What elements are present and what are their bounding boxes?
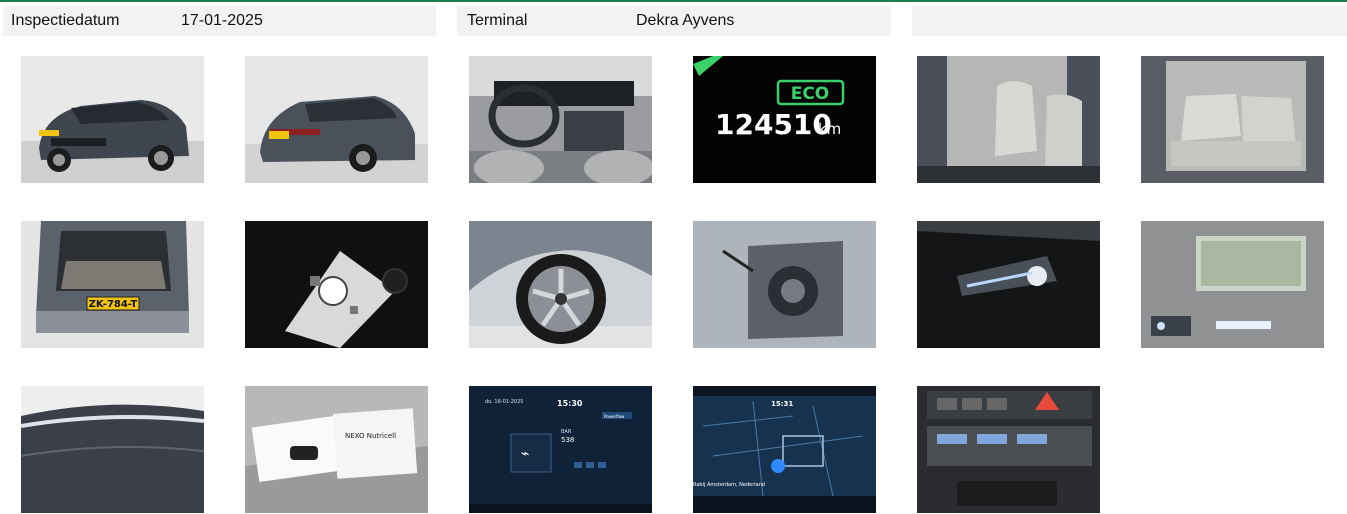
odometer-unit-text: km	[818, 120, 841, 138]
photo-headlight[interactable]	[917, 221, 1100, 348]
nav1-time-text: 15:30	[557, 399, 583, 408]
photo-infotainment-map[interactable]: 15:31 Rabij Amsterdam, Nederland	[693, 386, 876, 513]
empty-header	[912, 6, 1347, 36]
photo-sunroof[interactable]	[1141, 221, 1324, 348]
accent-line	[0, 0, 1347, 2]
terminal-label: Terminal	[467, 12, 528, 29]
nav1-value-text: 538	[561, 436, 574, 444]
nav2-time-text: 15:31	[771, 400, 793, 408]
inspection-date-label: Inspectiedatum	[11, 12, 120, 29]
photo-front-exterior[interactable]	[21, 56, 204, 183]
manual-title-text: NEXO Nutricell	[345, 432, 396, 440]
odometer-value-text: 124510	[715, 108, 832, 141]
photo-dashboard[interactable]	[469, 56, 652, 183]
terminal-header: Terminal Dekra Ayvens	[457, 6, 891, 36]
photo-fuel-door[interactable]	[693, 221, 876, 348]
photo-front-seats[interactable]	[917, 56, 1100, 183]
photo-rear-seats[interactable]	[1141, 56, 1324, 183]
rear-plate-text: ZK-784-T	[89, 299, 138, 310]
odometer-mode-text: ECO	[791, 84, 830, 104]
photo-center-console[interactable]	[917, 386, 1100, 513]
photo-trunk[interactable]: ZK-784-T	[21, 221, 204, 348]
nav2-location-text: Rabij Amsterdam, Nederland	[693, 482, 765, 488]
photo-roof[interactable]	[21, 386, 204, 513]
photo-rear-exterior[interactable]	[245, 56, 428, 183]
inspection-date-header: Inspectiedatum 17-01-2025	[3, 6, 436, 36]
antenna-icon: ⌁	[521, 446, 529, 462]
photo-keys-manual[interactable]: NEXO Nutricell	[245, 386, 428, 513]
photo-infotainment-powerflow[interactable]: do, 16-01-2025 15:30 Powerflow ⌁ BAR 538	[469, 386, 652, 513]
photo-wheel[interactable]	[469, 221, 652, 348]
inspection-date-value: 17-01-2025	[181, 12, 263, 29]
nav1-tab-text: Powerflow	[604, 414, 625, 419]
nav1-value-label: BAR	[561, 429, 572, 435]
nav1-date-text: do, 16-01-2025	[485, 399, 523, 405]
photo-odometer[interactable]: ECO 124510 km	[693, 56, 876, 183]
terminal-value: Dekra Ayvens	[636, 12, 735, 29]
photo-repair-kit[interactable]	[245, 221, 428, 348]
